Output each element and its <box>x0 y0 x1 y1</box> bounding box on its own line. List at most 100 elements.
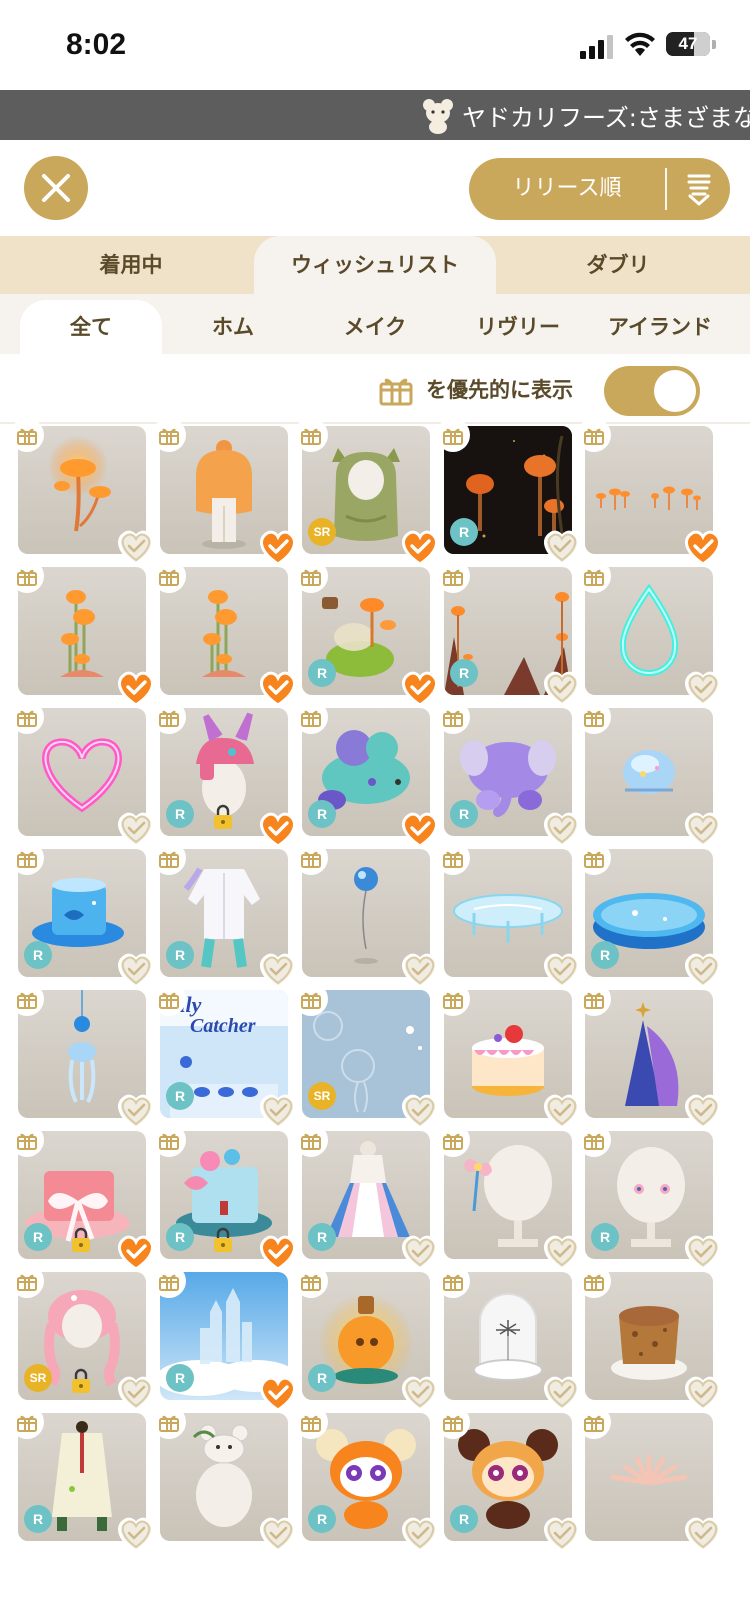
item-tile-plush-elephant[interactable]: R <box>436 700 580 848</box>
wishlist-heart-icon[interactable] <box>114 808 158 848</box>
item-tile-pink-eyes-makeup[interactable]: R <box>577 1123 721 1271</box>
wishlist-heart-icon[interactable] <box>114 1372 158 1412</box>
wishlist-heart-checked-icon[interactable] <box>398 667 442 707</box>
wishlist-heart-icon[interactable] <box>681 1513 725 1553</box>
wishlist-heart-icon[interactable] <box>540 1372 584 1412</box>
wishlist-heart-checked-icon[interactable] <box>256 1372 300 1412</box>
item-tile-mushroom-frame[interactable]: R <box>436 559 580 707</box>
wishlist-heart-checked-icon[interactable] <box>398 808 442 848</box>
wishlist-heart-icon[interactable] <box>540 1090 584 1130</box>
item-tile-pink-coral[interactable] <box>577 1405 721 1553</box>
subtab-all[interactable]: 全て <box>20 300 162 354</box>
item-tile-glass-dome[interactable] <box>436 1264 580 1412</box>
wishlist-heart-checked-icon[interactable] <box>256 526 300 566</box>
sort-order-icon[interactable] <box>673 168 725 210</box>
wishlist-heart-icon[interactable] <box>114 1090 158 1130</box>
item-tile-aquarium-hat[interactable]: R <box>10 841 154 989</box>
close-button[interactable] <box>24 156 88 220</box>
wishlist-heart-icon[interactable] <box>540 1513 584 1553</box>
wishlist-heart-checked-icon[interactable] <box>398 526 442 566</box>
wishlist-heart-checked-icon[interactable] <box>681 526 725 566</box>
item-tile-night-mushroom-background[interactable]: R <box>436 418 580 566</box>
item-tile-orange-bear-plush[interactable]: R <box>294 1405 438 1553</box>
item-tile-neon-drop[interactable] <box>577 559 721 707</box>
wishlist-heart-icon[interactable] <box>114 1513 158 1553</box>
tab-duplicates[interactable]: ダブリ <box>520 236 716 294</box>
subtab-home[interactable]: ホム <box>164 300 302 354</box>
item-tile-lion-lantern-bottle[interactable]: R <box>294 1264 438 1412</box>
wishlist-heart-icon[interactable] <box>681 1231 725 1271</box>
tab-wishlist[interactable]: ウィッシュリスト <box>254 236 496 294</box>
item-tile-sky-castle-bg[interactable]: R <box>152 1264 296 1412</box>
item-tile-cork-stool[interactable] <box>577 1264 721 1412</box>
wishlist-heart-icon[interactable] <box>681 808 725 848</box>
item-tile-pink-ribbon-hat[interactable]: R <box>10 1123 154 1271</box>
item-tile-neon-heart[interactable] <box>10 700 154 848</box>
wishlist-heart-icon[interactable] <box>681 1090 725 1130</box>
wishlist-heart-icon[interactable] <box>681 667 725 707</box>
item-tile-white-jacket-outfit[interactable]: R <box>152 841 296 989</box>
wishlist-heart-icon[interactable] <box>681 949 725 989</box>
news-ticker[interactable]: ヤドカリフーズ:さまざまな <box>0 90 750 140</box>
item-tile-bunny-hood-hat[interactable]: R <box>152 700 296 848</box>
subtab-livly[interactable]: リヴリー <box>448 300 588 354</box>
item-tile-orange-bob-hair[interactable] <box>152 418 296 566</box>
item-tile-lily-catcher-machine[interactable]: Lily Catcher R <box>152 982 296 1130</box>
wishlist-heart-icon[interactable] <box>540 667 584 707</box>
wishlist-heart-checked-icon[interactable] <box>114 1231 158 1271</box>
priority-toggle[interactable] <box>604 366 700 416</box>
wishlist-heart-icon[interactable] <box>540 1231 584 1271</box>
subtab-island[interactable]: アイランド <box>590 300 730 354</box>
wishlist-heart-icon[interactable] <box>398 1090 442 1130</box>
item-tile-mushroom-cluster-a[interactable] <box>10 559 154 707</box>
sort-button[interactable]: リリース順 <box>469 158 730 220</box>
sort-divider <box>665 168 667 210</box>
item-tile-mushroom-bottle-garden[interactable]: R <box>294 559 438 707</box>
item-tile-pink-braid-hair[interactable]: SR <box>10 1264 154 1412</box>
wishlist-heart-icon[interactable] <box>398 1372 442 1412</box>
ticker-text: ヤドカリフーズ:さまざまな <box>462 104 750 132</box>
rarity-badge: R <box>308 1505 336 1533</box>
wishlist-heart-icon[interactable] <box>540 949 584 989</box>
gift-icon <box>577 982 611 1016</box>
item-tile-orange-mushroom-light[interactable] <box>10 418 154 566</box>
wishlist-heart-icon[interactable] <box>398 949 442 989</box>
wishlist-heart-icon[interactable] <box>256 949 300 989</box>
wishlist-heart-icon[interactable] <box>398 1513 442 1553</box>
wishlist-heart-icon[interactable] <box>398 1231 442 1271</box>
wishlist-heart-icon[interactable] <box>256 1090 300 1130</box>
item-tile-bear-on-head[interactable] <box>152 1405 296 1553</box>
item-tile-green-wavy-hair[interactable]: SR <box>294 418 438 566</box>
item-tile-jelly-slime[interactable] <box>577 700 721 848</box>
status-bar: 8:02 47 <box>0 0 750 90</box>
wishlist-heart-checked-icon[interactable] <box>256 808 300 848</box>
wishlist-heart-icon[interactable] <box>540 526 584 566</box>
wishlist-heart-checked-icon[interactable] <box>114 667 158 707</box>
wishlist-heart-icon[interactable] <box>256 1513 300 1553</box>
item-tile-glass-table[interactable] <box>436 841 580 989</box>
item-tile-water-pool[interactable]: R <box>577 841 721 989</box>
item-tile-mushroom-cluster-b[interactable] <box>152 559 296 707</box>
item-tile-white-lab-coat[interactable]: R <box>10 1405 154 1553</box>
wishlist-heart-checked-icon[interactable] <box>256 1231 300 1271</box>
item-tile-jellyfish-hanging[interactable] <box>10 982 154 1130</box>
item-tile-brown-bear-plush[interactable]: R <box>436 1405 580 1553</box>
item-tile-star-cone-tree[interactable] <box>577 982 721 1130</box>
item-tile-plush-turtle[interactable]: R <box>294 700 438 848</box>
wishlist-heart-icon[interactable] <box>114 526 158 566</box>
wishlist-heart-icon[interactable] <box>681 1372 725 1412</box>
wishlist-heart-icon[interactable] <box>540 808 584 848</box>
item-tile-strawberry-cake[interactable] <box>436 982 580 1130</box>
clock: 8:02 <box>66 28 127 61</box>
tab-wearing[interactable]: 着用中 <box>36 236 226 294</box>
wishlist-heart-icon[interactable] <box>114 949 158 989</box>
item-tile-underwater-jellyfish-bg[interactable]: SR <box>294 982 438 1130</box>
item-tile-blue-balloon[interactable] <box>294 841 438 989</box>
subtab-makeup[interactable]: メイク <box>306 300 444 354</box>
gift-icon <box>152 700 186 734</box>
item-tile-lolita-dress[interactable]: R <box>294 1123 438 1271</box>
wishlist-heart-checked-icon[interactable] <box>256 667 300 707</box>
item-tile-ribbon-hair-accessory[interactable] <box>436 1123 580 1271</box>
item-tile-rose-top-hat[interactable]: R <box>152 1123 296 1271</box>
item-tile-mini-mushroom-row[interactable] <box>577 418 721 566</box>
